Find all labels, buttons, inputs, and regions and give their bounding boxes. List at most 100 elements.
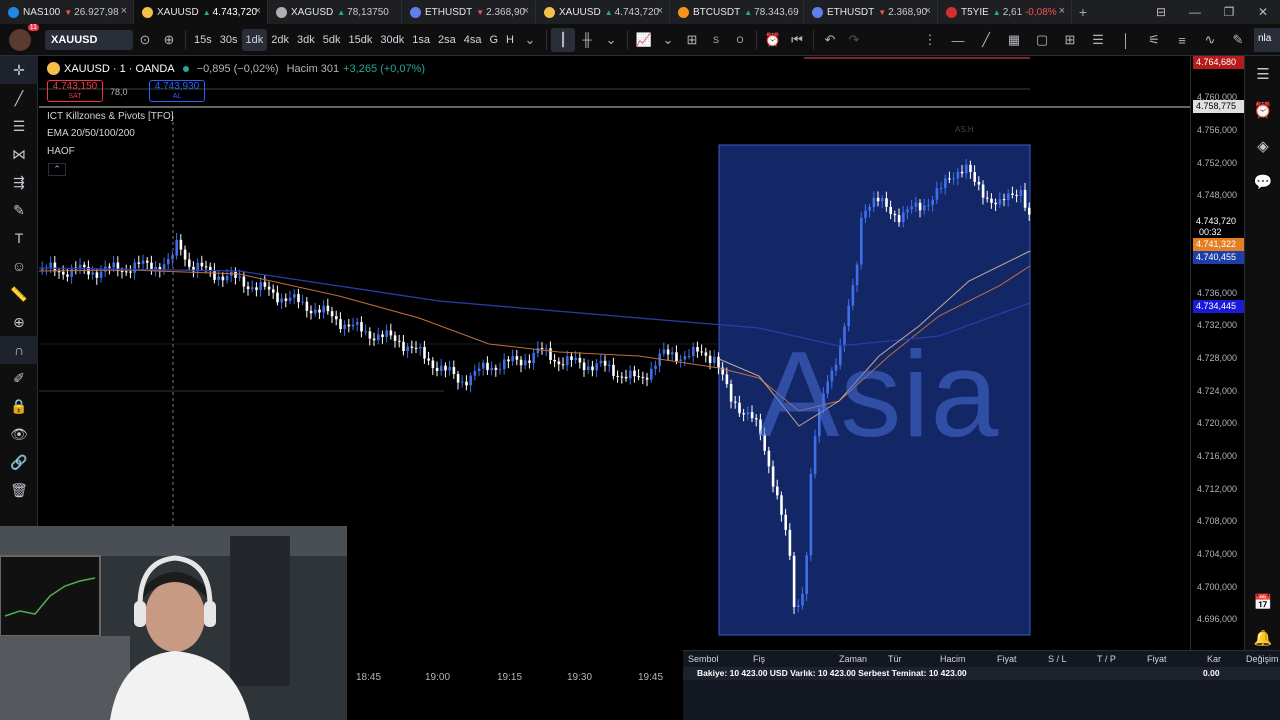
tab-btcusdt[interactable]: BTCUSDT ▲ 78.343,69 [670, 0, 804, 24]
indicator-ema[interactable]: EMA 20/50/100/200 [47, 128, 135, 139]
symbol-search[interactable]: XAUUSD [45, 29, 133, 50]
timeframe-1sa[interactable]: 1sa [408, 29, 434, 51]
text-icon[interactable]: T [0, 224, 38, 252]
watchlist-icon[interactable]: ☰ [1245, 56, 1280, 92]
visibility-icon[interactable]: 👁 [0, 420, 38, 448]
projection-icon[interactable]: ⇶ [0, 168, 38, 196]
parallel-channel-icon[interactable]: ≡ [1168, 28, 1196, 52]
indicator-haof[interactable]: HAOF [47, 146, 75, 157]
compare-icon[interactable]: ⊙ [133, 28, 157, 52]
timeframe-30s[interactable]: 30s [216, 29, 242, 51]
fib-icon[interactable]: ☰ [1084, 28, 1112, 52]
tab-nas100[interactable]: NAS100 ▼ 26.927,98 × [0, 0, 134, 24]
lock-drawing-icon[interactable]: ✐ [0, 364, 38, 392]
minimize-button[interactable]: — [1178, 5, 1212, 19]
trend-line-icon[interactable]: ╱ [0, 84, 38, 112]
timeframe-G[interactable]: G [485, 29, 502, 51]
tab-ethusdt[interactable]: ETHUSDT ▼ 2.368,90 × [402, 0, 536, 24]
avatar[interactable]: 11 [9, 23, 39, 51]
close-icon[interactable]: × [523, 5, 529, 17]
lock-icon[interactable]: 🔒 [0, 392, 38, 420]
indicator-ict-killzones[interactable]: ICT Killzones & Pivots [TFO] [47, 111, 174, 122]
brush-icon[interactable]: ✎ [0, 196, 38, 224]
close-icon[interactable]: × [121, 5, 127, 17]
column-header[interactable]: Sembol [688, 654, 719, 664]
tab-xauusd[interactable]: XAUUSD ▲ 4.743,720 × [536, 0, 670, 24]
timeframe-1dk[interactable]: 1dk [241, 28, 268, 51]
column-header[interactable]: Hacim [940, 654, 966, 664]
trend-line-icon[interactable]: ╱ [972, 28, 1000, 52]
maximize-button[interactable]: ❐ [1212, 5, 1246, 19]
bar-chart-type-icon[interactable]: ╫ [575, 28, 599, 52]
column-header[interactable]: Tür [888, 654, 902, 664]
ruler-icon[interactable]: 📏 [0, 280, 38, 308]
timeframe-15s[interactable]: 15s [190, 29, 216, 51]
templates-icon[interactable]: ⊞ [680, 28, 704, 52]
trash-icon[interactable]: 🗑 [0, 476, 38, 504]
close-icon[interactable]: × [657, 5, 663, 17]
publish-button[interactable]: nla [1254, 28, 1280, 52]
zoom-icon[interactable]: ⊕ [0, 308, 38, 336]
timeframe-5dk[interactable]: 5dk [319, 29, 345, 51]
tab-t5yie[interactable]: T5YIE ▲ 2,61 -0,08% × [938, 0, 1072, 24]
calendar-icon[interactable]: 📅 [1245, 584, 1280, 620]
timeframe-4sa[interactable]: 4sa [460, 29, 486, 51]
crosshair-icon[interactable]: ✛ [0, 56, 38, 84]
layout-icon[interactable]: ⊟ [1144, 5, 1178, 19]
chevron-down-icon[interactable]: ⌄ [599, 28, 623, 52]
column-header[interactable]: Fiş [753, 654, 765, 664]
alerts-icon[interactable]: ⏰ [1245, 92, 1280, 128]
pattern-icon[interactable]: ⋈ [0, 140, 38, 168]
chevron-down-icon[interactable]: ⌄ [518, 28, 542, 52]
horizontal-line-icon[interactable]: — [944, 28, 972, 52]
new-tab-button[interactable]: + [1072, 4, 1094, 20]
column-header[interactable]: Fiyat [1147, 654, 1167, 664]
vertical-line-icon[interactable]: │ [1112, 28, 1140, 52]
buy-button[interactable]: 4.743,930 AL [149, 80, 205, 102]
collapse-legend-button[interactable]: ⌃ [48, 163, 66, 176]
gann-box-icon[interactable]: ⊞ [1056, 28, 1084, 52]
path-icon[interactable]: ∿ [1196, 28, 1224, 52]
column-header[interactable]: Kar [1207, 654, 1221, 664]
fib-retracement-icon[interactable]: ☰ [0, 112, 38, 140]
brush-icon[interactable]: ✎ [1224, 28, 1252, 52]
layers-icon[interactable]: ◈ [1245, 128, 1280, 164]
replay-icon[interactable]: ⏮ [785, 28, 809, 52]
tab-xauusd-active[interactable]: XAUUSD ▲ 4.743,720 × [134, 0, 268, 24]
emoji-icon[interactable]: ☺ [0, 252, 38, 280]
chat-icon[interactable]: 💬 [1245, 164, 1280, 200]
magnet-icon[interactable]: ∩ [0, 336, 38, 364]
alert-icon[interactable]: ⏰ [761, 28, 785, 52]
time-axis[interactable]: 18:45 19:00 19:15 19:30 19:45 [348, 672, 683, 690]
close-icon[interactable]: × [1059, 5, 1065, 17]
column-header[interactable]: Zaman [839, 654, 867, 664]
price-scale[interactable]: 4.764,680 4.760,000 4.758,775 4.756,000 … [1190, 56, 1244, 650]
close-icon[interactable]: × [925, 5, 931, 17]
sell-button[interactable]: 4.743,150 SAT [47, 80, 103, 102]
legend-title[interactable]: XAUUSD · 1 · OANDA [64, 63, 175, 75]
timeframe-30dk[interactable]: 30dk [376, 29, 408, 51]
undo-icon[interactable]: ↶ [818, 28, 842, 52]
timeframe-H[interactable]: H [502, 29, 518, 51]
s-button[interactable]: S [704, 28, 728, 52]
close-window-button[interactable]: ✕ [1246, 5, 1280, 19]
rectangle-icon[interactable]: ▢ [1028, 28, 1056, 52]
candlestick-icon[interactable]: ┃ [550, 27, 575, 52]
timeframe-2sa[interactable]: 2sa [434, 29, 460, 51]
grid-icon[interactable]: ▦ [1000, 28, 1028, 52]
tab-xagusd[interactable]: XAGUSD ▲ 78,13750 [268, 0, 402, 24]
pitchfork-icon[interactable]: ⚟ [1140, 28, 1168, 52]
close-icon[interactable]: × [255, 5, 261, 17]
o-button[interactable]: O [728, 28, 752, 52]
add-symbol-icon[interactable]: ⊕ [157, 28, 181, 52]
column-header[interactable]: Fiyat [997, 654, 1017, 664]
column-header[interactable]: Değişim [1246, 654, 1279, 664]
column-header[interactable]: S / L [1048, 654, 1067, 664]
timeframe-15dk[interactable]: 15dk [345, 29, 377, 51]
drag-handle-icon[interactable]: ⋮ [916, 28, 944, 52]
chevron-down-icon[interactable]: ⌄ [656, 28, 680, 52]
column-header[interactable]: T / P [1097, 654, 1116, 664]
timeframe-2dk[interactable]: 2dk [267, 29, 293, 51]
link-icon[interactable]: 🔗 [0, 448, 38, 476]
redo-icon[interactable]: ↷ [842, 28, 866, 52]
